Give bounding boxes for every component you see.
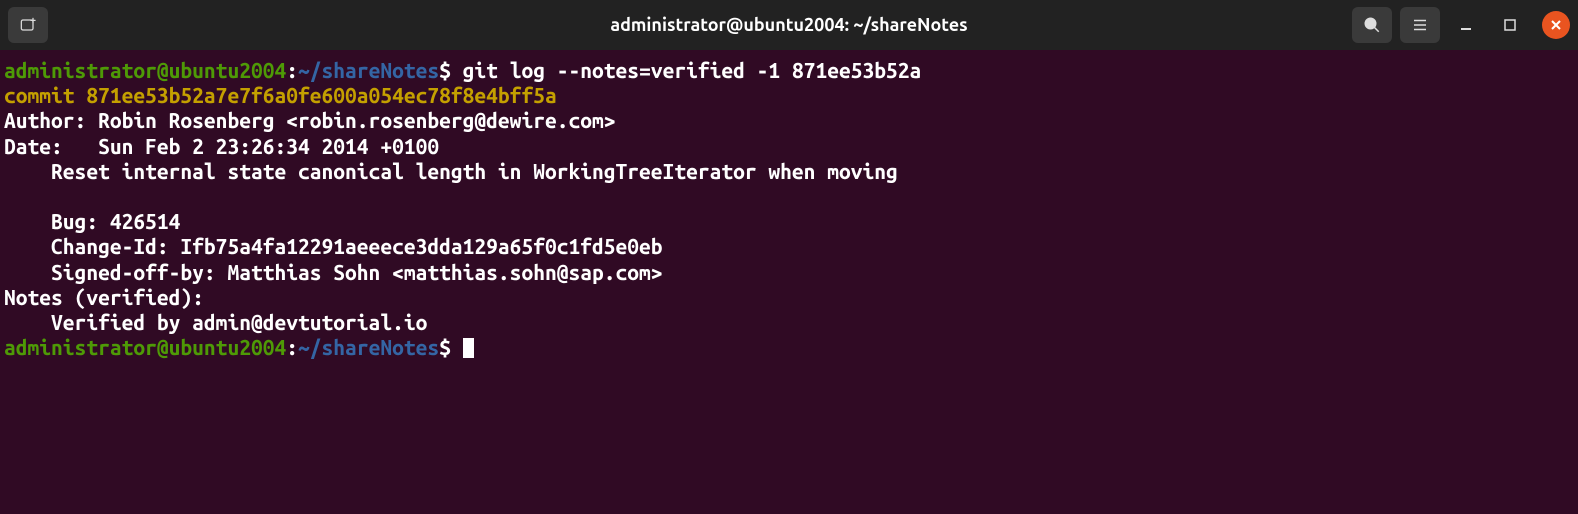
command-text: git log --notes=verified -1 871ee53b52a bbox=[451, 58, 921, 82]
prompt-line: administrator@ubuntu2004:~/shareNotes$ g… bbox=[4, 58, 1574, 83]
signoff-line: Signed-off-by: Matthias Sohn <matthias.s… bbox=[4, 260, 1574, 285]
hamburger-icon bbox=[1411, 16, 1429, 34]
window-title: administrator@ubuntu2004: ~/shareNotes bbox=[610, 15, 967, 35]
commit-line: commit 871ee53b52a7e7f6a0fe600a054ec78f8… bbox=[4, 83, 1574, 108]
maximize-icon bbox=[1503, 18, 1517, 32]
notes-body-line: Verified by admin@devtutorial.io bbox=[4, 310, 1574, 335]
menu-button[interactable] bbox=[1400, 7, 1440, 43]
notes-header-line: Notes (verified): bbox=[4, 285, 1574, 310]
author-line: Author: Robin Rosenberg <robin.rosenberg… bbox=[4, 108, 1574, 133]
changeid-line: Change-Id: Ifb75a4fa12291aeeece3dda129a6… bbox=[4, 234, 1574, 259]
new-tab-icon bbox=[18, 15, 38, 35]
search-icon bbox=[1363, 16, 1381, 34]
blank-line bbox=[4, 184, 1574, 209]
prompt-dollar: $ bbox=[439, 58, 451, 82]
prompt-dollar: $ bbox=[439, 335, 451, 359]
prompt-user-host: administrator@ubuntu2004 bbox=[4, 58, 286, 82]
prompt-path: ~/shareNotes bbox=[298, 58, 439, 82]
minimize-icon bbox=[1459, 18, 1473, 32]
minimize-button[interactable] bbox=[1448, 7, 1484, 43]
close-button[interactable] bbox=[1542, 11, 1570, 39]
terminal-output[interactable]: administrator@ubuntu2004:~/shareNotes$ g… bbox=[0, 50, 1578, 368]
search-button[interactable] bbox=[1352, 7, 1392, 43]
prompt-colon: : bbox=[286, 335, 298, 359]
new-tab-button[interactable] bbox=[8, 7, 48, 43]
prompt-line: administrator@ubuntu2004:~/shareNotes$ bbox=[4, 335, 1574, 360]
prompt-user-host: administrator@ubuntu2004 bbox=[4, 335, 286, 359]
prompt-path: ~/shareNotes bbox=[298, 335, 439, 359]
date-line: Date: Sun Feb 2 23:26:34 2014 +0100 bbox=[4, 134, 1574, 159]
titlebar: administrator@ubuntu2004: ~/shareNotes bbox=[0, 0, 1578, 50]
command-text bbox=[451, 335, 463, 359]
cursor bbox=[463, 338, 474, 358]
bug-line: Bug: 426514 bbox=[4, 209, 1574, 234]
maximize-button[interactable] bbox=[1492, 7, 1528, 43]
close-icon bbox=[1550, 19, 1562, 31]
subject-line: Reset internal state canonical length in… bbox=[4, 159, 1574, 184]
prompt-colon: : bbox=[286, 58, 298, 82]
